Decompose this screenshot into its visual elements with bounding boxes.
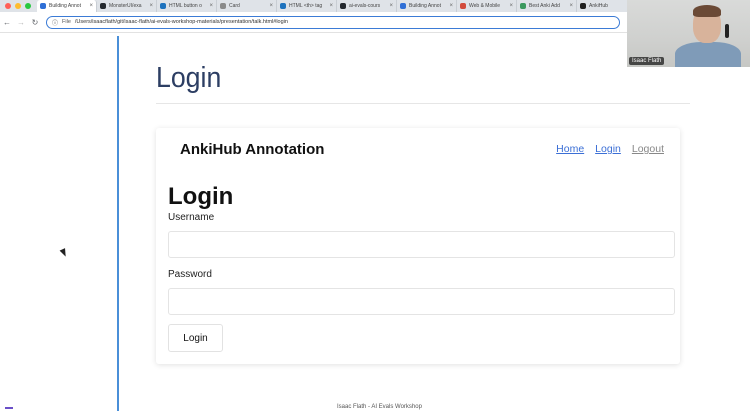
info-icon[interactable]: ⓘ bbox=[52, 18, 58, 27]
title-divider bbox=[156, 103, 690, 104]
tab-close-icon[interactable]: × bbox=[509, 3, 513, 9]
browser-tab[interactable]: Web & Mobile × bbox=[457, 0, 517, 12]
browser-tab[interactable]: Best Anki Add × bbox=[517, 0, 577, 12]
browser-tab[interactable]: MonsterUI/exa × bbox=[97, 0, 157, 12]
tab-label: Building Annot bbox=[49, 3, 81, 9]
tab-favicon-icon bbox=[40, 3, 46, 9]
presenter-shirt bbox=[675, 42, 741, 67]
address-bar[interactable]: ⓘ File /Users/isaacflath/git/isaac-flath… bbox=[46, 15, 620, 29]
browser-tab[interactable]: Building Annot × bbox=[37, 0, 97, 12]
tab-favicon-icon bbox=[520, 3, 526, 9]
progress-indicator bbox=[5, 407, 13, 409]
tab-close-icon[interactable]: × bbox=[149, 3, 153, 9]
tab-favicon-icon bbox=[340, 3, 346, 9]
tab-favicon-icon bbox=[580, 3, 586, 9]
username-label: Username bbox=[168, 212, 215, 223]
tab-label: Best Anki Add bbox=[529, 3, 560, 9]
app-preview-card: AnkiHub Annotation Home Login Logout Log… bbox=[156, 128, 680, 364]
tab-label: HTML button o bbox=[169, 3, 202, 9]
tab-label: MonsterUI/exa bbox=[109, 3, 142, 9]
forward-icon[interactable]: → bbox=[14, 18, 28, 27]
slide-margin-line bbox=[117, 36, 119, 411]
tab-label: Building Annot bbox=[409, 3, 441, 9]
address-url: /Users/isaacflath/git/isaac-flath/ai-eva… bbox=[74, 19, 288, 25]
browser-tab[interactable]: Building Annot × bbox=[397, 0, 457, 12]
username-input[interactable] bbox=[168, 231, 675, 258]
tab-close-icon[interactable]: × bbox=[449, 3, 453, 9]
webcam-overlay: Isaac Flath bbox=[627, 0, 750, 67]
tab-label: Card bbox=[229, 3, 240, 9]
tab-label: Web & Mobile bbox=[469, 3, 501, 9]
address-scheme: File bbox=[62, 19, 71, 25]
close-window-icon[interactable] bbox=[5, 3, 11, 9]
tab-favicon-icon bbox=[100, 3, 106, 9]
app-nav: Home Login Logout bbox=[556, 143, 664, 155]
browser-tab[interactable]: HTML <th> tag × bbox=[277, 0, 337, 12]
slide-title: Login bbox=[156, 62, 222, 94]
window-controls bbox=[0, 3, 37, 9]
tab-close-icon[interactable]: × bbox=[89, 3, 93, 9]
nav-home-link[interactable]: Home bbox=[556, 143, 584, 155]
tab-favicon-icon bbox=[280, 3, 286, 9]
tab-label: ai-evals-cours bbox=[349, 3, 381, 9]
microphone-icon bbox=[725, 24, 729, 38]
nav-logout-link[interactable]: Logout bbox=[632, 143, 664, 155]
back-icon[interactable]: ← bbox=[0, 18, 14, 27]
reload-icon[interactable]: ↻ bbox=[28, 18, 42, 27]
tab-favicon-icon bbox=[460, 3, 466, 9]
tab-close-icon[interactable]: × bbox=[209, 3, 213, 9]
browser-tab[interactable]: ai-evals-cours × bbox=[337, 0, 397, 12]
presenter-hair bbox=[693, 5, 721, 17]
login-heading: Login bbox=[168, 183, 234, 210]
tab-favicon-icon bbox=[400, 3, 406, 9]
tab-favicon-icon bbox=[220, 3, 226, 9]
maximize-window-icon[interactable] bbox=[25, 3, 31, 9]
webcam-name-label: Isaac Flath bbox=[629, 57, 665, 65]
tab-label: AnkiHub bbox=[589, 3, 608, 9]
tab-close-icon[interactable]: × bbox=[569, 3, 573, 9]
slide-footer: Isaac Flath - AI Evals Workshop bbox=[337, 404, 422, 410]
browser-tab[interactable]: HTML button o × bbox=[157, 0, 217, 12]
tab-favicon-icon bbox=[160, 3, 166, 9]
browser-tab[interactable]: Card × bbox=[217, 0, 277, 12]
tab-label: HTML <th> tag bbox=[289, 3, 323, 9]
app-brand: AnkiHub Annotation bbox=[180, 141, 325, 158]
login-submit-button[interactable]: Login bbox=[168, 324, 223, 352]
nav-login-link[interactable]: Login bbox=[595, 143, 621, 155]
tab-close-icon[interactable]: × bbox=[269, 3, 273, 9]
tab-close-icon[interactable]: × bbox=[329, 3, 333, 9]
password-label: Password bbox=[168, 269, 212, 280]
minimize-window-icon[interactable] bbox=[15, 3, 21, 9]
tab-close-icon[interactable]: × bbox=[389, 3, 393, 9]
tab-list: Building Annot × MonsterUI/exa × HTML button… bbox=[37, 0, 637, 12]
password-input[interactable] bbox=[168, 288, 675, 315]
